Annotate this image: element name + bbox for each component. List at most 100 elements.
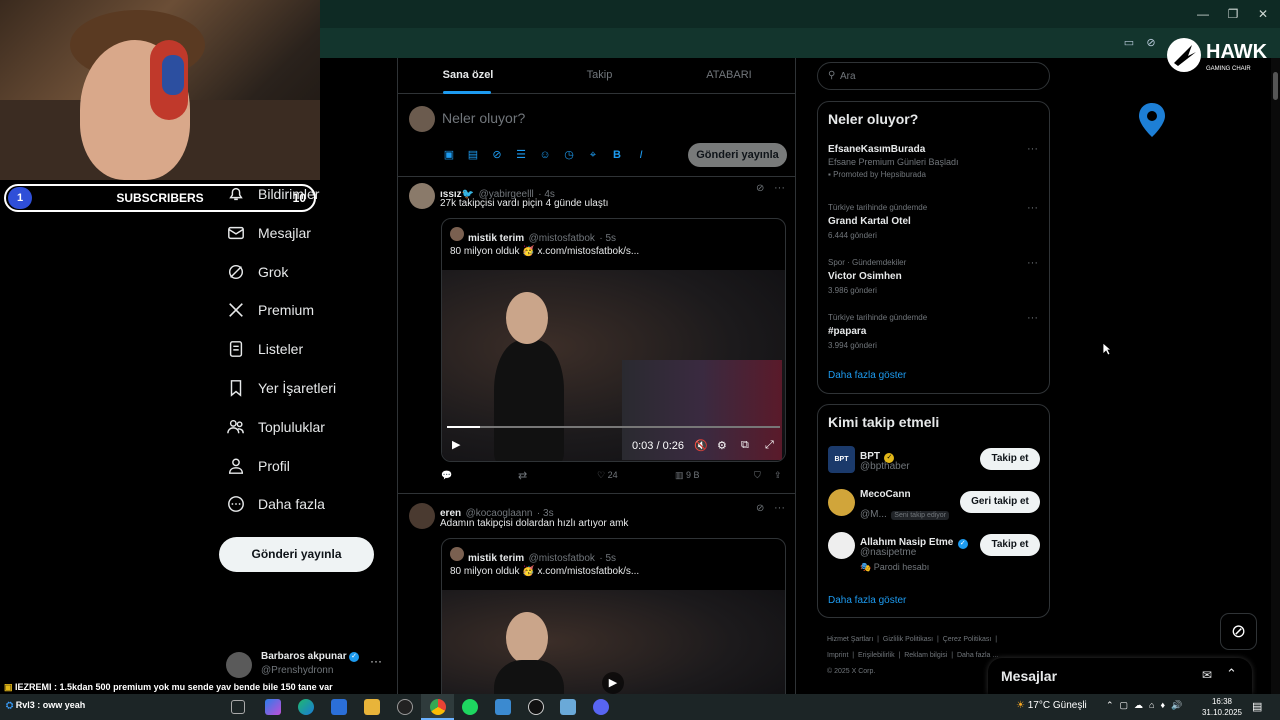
messages-drawer[interactable]: Mesajlar ✉ ⌃ bbox=[988, 658, 1252, 694]
location-icon[interactable]: ⌖ bbox=[586, 148, 600, 162]
cast-icon[interactable]: ▭ bbox=[1122, 36, 1136, 50]
nav-item-9[interactable]: Daha fazla bbox=[226, 489, 325, 519]
play-icon[interactable]: ▶ bbox=[452, 438, 460, 451]
follow-button[interactable]: Takip et bbox=[980, 448, 1040, 470]
more-icon[interactable]: ··· bbox=[370, 654, 382, 668]
post-button[interactable]: Gönderi yayınla bbox=[219, 537, 374, 572]
maximize-button[interactable]: ❐ bbox=[1218, 4, 1248, 24]
system-tray-icons[interactable]: ⌃▢☁⌂♦🔊 bbox=[1106, 700, 1188, 711]
composer-input[interactable]: Neler oluyor? bbox=[442, 110, 525, 126]
obs-icon[interactable] bbox=[528, 699, 544, 715]
trend-more-icon[interactable]: ··· bbox=[1027, 202, 1038, 214]
tab-for-you[interactable]: Sana özel bbox=[398, 58, 538, 94]
chrome-icon[interactable] bbox=[430, 699, 446, 715]
page-scrollbar[interactable] bbox=[1271, 58, 1280, 694]
fullscreen-icon[interactable]: ⤢ bbox=[765, 439, 774, 452]
close-window-button[interactable]: ✕ bbox=[1248, 4, 1278, 24]
more-icon[interactable]: ··· bbox=[774, 502, 785, 514]
nav-item-5[interactable]: Listeler bbox=[226, 334, 303, 364]
trend-more-icon[interactable]: ··· bbox=[1027, 143, 1038, 155]
trends-show-more[interactable]: Daha fazla göster bbox=[828, 370, 906, 381]
share-icon[interactable]: ⇪ bbox=[774, 470, 782, 481]
spotify-icon[interactable] bbox=[462, 699, 478, 715]
taskbar-clock[interactable]: 16:38 31.10.2025 bbox=[1200, 696, 1244, 718]
trend-more-icon[interactable]: ··· bbox=[1027, 257, 1038, 269]
tweet-avatar[interactable] bbox=[409, 503, 435, 529]
follow-button[interactable]: Takip et bbox=[980, 534, 1040, 556]
follow-suggestion[interactable]: MecoCann @M... Seni takip ediyor Geri ta… bbox=[828, 489, 1040, 520]
task-view-icon[interactable] bbox=[231, 700, 245, 714]
who-show-more[interactable]: Daha fazla göster bbox=[828, 595, 906, 606]
nav-item-1[interactable]: Bildirimler bbox=[226, 179, 319, 209]
more-icon[interactable]: ··· bbox=[774, 182, 785, 194]
video-player[interactable]: ▶ 0:03 / 0:26 🔇 ⚙ ⧉ ⤢ bbox=[442, 270, 785, 461]
video-progress-track[interactable] bbox=[447, 426, 780, 428]
tab-following[interactable]: Takip bbox=[538, 58, 661, 94]
trend-more-icon[interactable]: ··· bbox=[1027, 312, 1038, 324]
nav-item-8[interactable]: Profil bbox=[226, 451, 290, 481]
quote-tweet[interactable]: mistik terim @mistosfatbok · 5s 80 milyo… bbox=[441, 218, 786, 462]
nav-item-2[interactable]: Mesajlar bbox=[226, 218, 311, 248]
follow-suggestion[interactable]: Allahım Nasip Etme ✓ @nasipetme 🎭 Parodi… bbox=[828, 532, 1040, 576]
eye-off-icon[interactable]: ⊘ bbox=[1144, 36, 1158, 50]
image-icon[interactable]: ▣ bbox=[442, 148, 456, 162]
app-icon[interactable] bbox=[397, 699, 413, 715]
edge-icon[interactable] bbox=[298, 699, 314, 715]
minimize-button[interactable]: — bbox=[1188, 4, 1218, 24]
repost-icon[interactable]: ⇄ bbox=[518, 469, 527, 482]
account-switcher[interactable]: Barbaros akpunar ✓ @Prenshydronn ··· bbox=[226, 648, 386, 680]
outlook-icon[interactable] bbox=[331, 699, 347, 715]
quote-tweet[interactable]: mistik terim @mistosfatbok · 5s 80 milyo… bbox=[441, 538, 786, 694]
schedule-icon[interactable]: ◷ bbox=[562, 148, 576, 162]
footer-link[interactable]: Daha fazla ... bbox=[957, 652, 998, 659]
new-message-icon[interactable]: ✉ bbox=[1202, 668, 1212, 682]
tab-atabari[interactable]: ATABARI bbox=[661, 58, 795, 94]
grok-compose-icon[interactable]: ⊘ bbox=[490, 148, 504, 162]
trend-item[interactable]: Türkiye tarihinde gündemde Grand Kartal … bbox=[828, 203, 1038, 240]
search-input[interactable]: ⚲ Ara bbox=[817, 62, 1050, 90]
app-icon[interactable] bbox=[495, 699, 511, 715]
poll-icon[interactable]: ☰ bbox=[514, 148, 528, 162]
views-button[interactable]: ▥ 9 B bbox=[675, 470, 700, 481]
app-icon[interactable] bbox=[560, 699, 576, 715]
composer-post-button[interactable]: Gönderi yayınla bbox=[688, 143, 787, 167]
footer-link[interactable]: Çerez Politikası bbox=[943, 636, 992, 643]
follow-back-button[interactable]: Geri takip et bbox=[960, 491, 1040, 513]
nav-item-3[interactable]: Grok bbox=[226, 257, 288, 287]
copilot-icon[interactable] bbox=[265, 699, 281, 715]
scroll-thumb[interactable] bbox=[1273, 72, 1278, 100]
play-icon[interactable]: ▶ bbox=[602, 672, 624, 694]
like-button[interactable]: ♡ 24 bbox=[597, 470, 618, 481]
nav-item-6[interactable]: Yer İşaretleri bbox=[226, 373, 336, 403]
discord-icon[interactable] bbox=[593, 699, 609, 715]
reply-icon[interactable]: 💬 bbox=[441, 470, 452, 481]
video-player[interactable]: ▶ bbox=[442, 590, 785, 694]
italic-icon[interactable]: I bbox=[634, 148, 648, 162]
expand-icon[interactable]: ⌃ bbox=[1226, 666, 1237, 682]
notification-icon[interactable]: ▤ bbox=[1252, 700, 1262, 713]
pip-icon[interactable]: ⧉ bbox=[741, 439, 749, 452]
bookmark-icon[interactable]: ⛉ bbox=[754, 470, 761, 481]
tweet-avatar[interactable] bbox=[409, 183, 435, 209]
tweet[interactable]: eren @kocaoglaann · 3s ⊘ ··· Adamın taki… bbox=[398, 495, 795, 694]
gif-icon[interactable]: ▤ bbox=[466, 148, 480, 162]
tweet[interactable]: ıssız🐦 @yabirgeelll · 4s ⊘ ··· 27k takip… bbox=[398, 177, 795, 494]
file-explorer-icon[interactable] bbox=[364, 699, 380, 715]
footer-link[interactable]: Hizmet Şartları bbox=[827, 636, 873, 643]
footer-link[interactable]: Gizlilik Politikası bbox=[883, 636, 933, 643]
weather-widget[interactable]: ☀ 17°C Güneşli bbox=[1016, 700, 1087, 711]
grok-icon[interactable]: ⊘ bbox=[756, 183, 764, 194]
bold-icon[interactable]: B bbox=[610, 148, 624, 162]
grok-icon[interactable]: ⊘ bbox=[756, 503, 764, 514]
footer-link[interactable]: Imprint bbox=[827, 652, 848, 659]
nav-item-4[interactable]: Premium bbox=[226, 295, 314, 325]
trend-item[interactable]: Spor · Gündemdekiler Victor Osimhen 3.98… bbox=[828, 258, 1038, 295]
nav-item-7[interactable]: Topluluklar bbox=[226, 412, 325, 442]
mute-icon[interactable]: 🔇 bbox=[694, 439, 708, 452]
footer-link[interactable]: Reklam bilgisi bbox=[904, 652, 947, 659]
emoji-icon[interactable]: ☺ bbox=[538, 148, 552, 162]
grok-floating-button[interactable]: ⊘ bbox=[1220, 613, 1257, 650]
settings-icon[interactable]: ⚙ bbox=[717, 439, 727, 452]
trend-item[interactable]: EfsaneKasımBurada Efsane Premium Günleri… bbox=[828, 144, 1038, 179]
trend-item[interactable]: Türkiye tarihinde gündemde #papara 3.994… bbox=[828, 313, 1038, 350]
